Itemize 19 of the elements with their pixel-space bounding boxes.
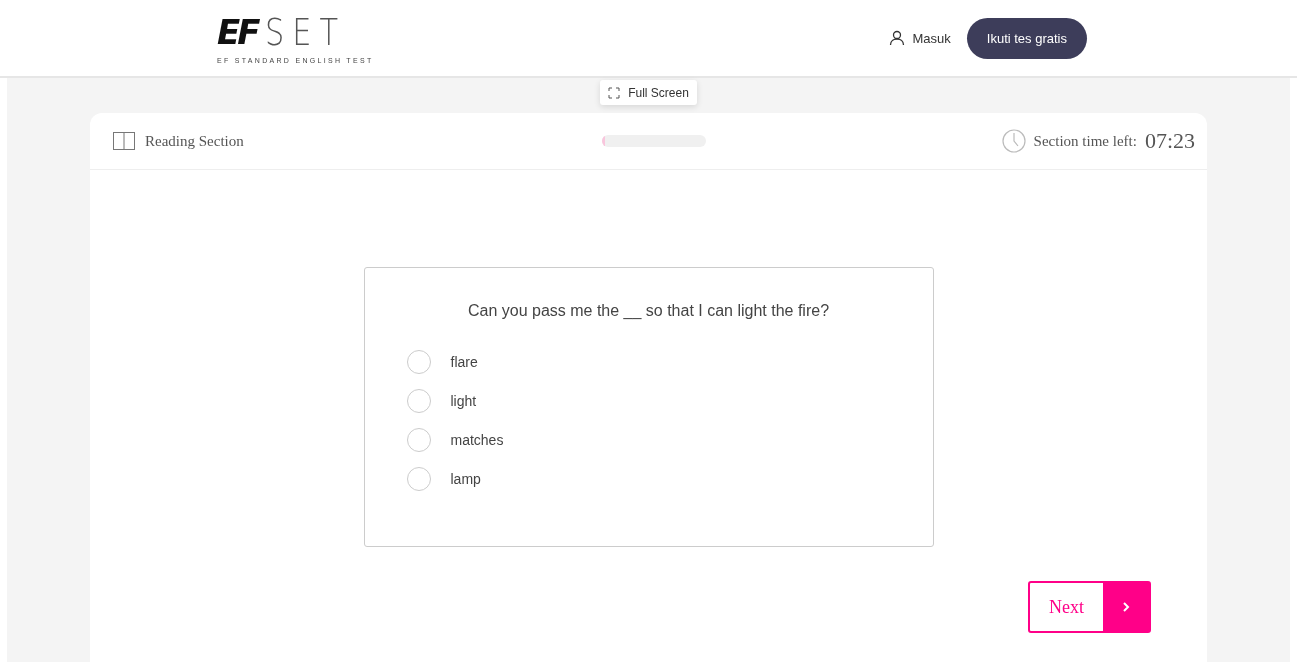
section-title: Reading Section: [145, 132, 244, 150]
answer-option[interactable]: matches: [406, 428, 933, 452]
question-text: Can you pass me the __ so that I can light the fire?: [466, 302, 831, 320]
next-button[interactable]: Next: [1028, 581, 1151, 633]
timer: 07:23: [1144, 128, 1195, 154]
answer-option[interactable]: flare: [406, 350, 933, 374]
logo-wordmark: SET: [265, 12, 347, 51]
user-icon: [888, 30, 905, 46]
book-icon: [113, 132, 135, 150]
full-screen-button[interactable]: Full Screen: [600, 80, 697, 105]
answer-option[interactable]: light: [406, 389, 933, 413]
time-left-label: Section time left:: [1033, 132, 1137, 150]
answer-option[interactable]: lamp: [406, 467, 933, 491]
login-link[interactable]: Masuk: [888, 30, 951, 46]
clock-icon: [1001, 129, 1026, 153]
take-test-button[interactable]: Ikuti tes gratis: [966, 17, 1087, 59]
chevron-right-icon: [1122, 601, 1130, 613]
logo-mark: EF: [217, 14, 258, 49]
expand-icon: [608, 86, 621, 99]
